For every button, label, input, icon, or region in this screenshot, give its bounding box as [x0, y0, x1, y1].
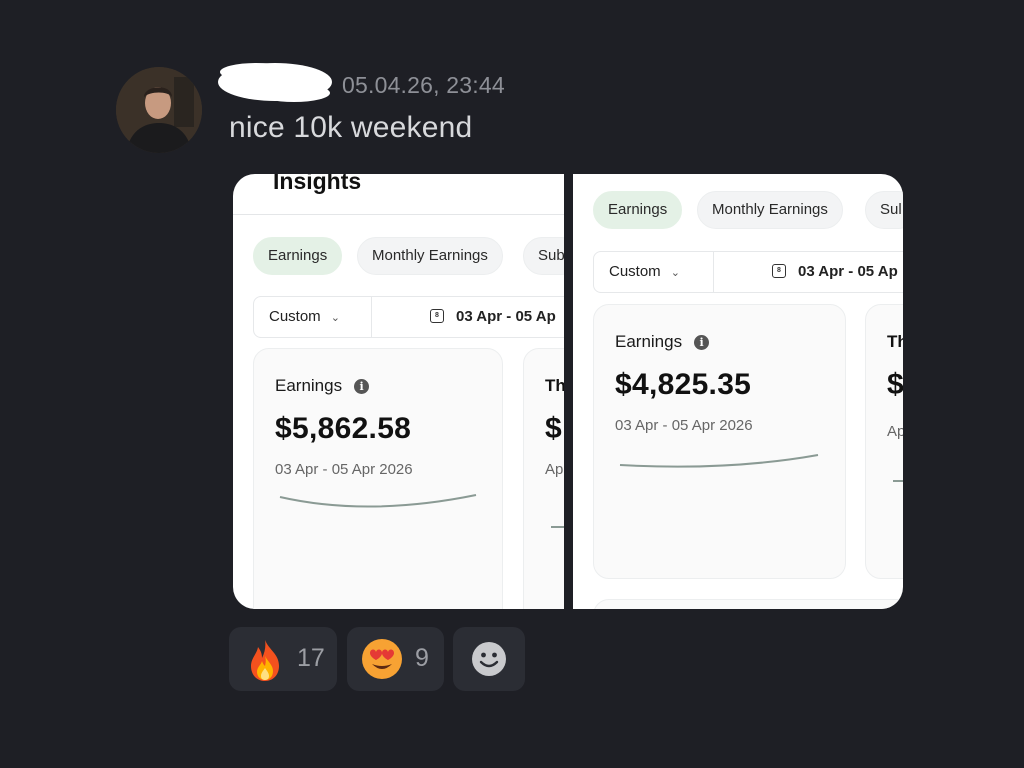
peek-sparkline — [551, 526, 564, 528]
redacted-username — [216, 60, 334, 104]
tab-subscriptions[interactable]: Sub — [523, 237, 564, 275]
earnings-amount: $5,862.58 — [275, 412, 412, 445]
peek-card-date: Ap — [887, 423, 903, 440]
image-attachments[interactable]: Insights Earnings Monthly Earnings Sub C… — [233, 174, 903, 609]
tab-monthly-earnings[interactable]: Monthly Earnings — [357, 237, 503, 275]
smiley-add-icon — [472, 642, 506, 676]
attachment-image-right[interactable]: Earnings Monthly Earnings Sul Custom ⌄ 03… — [573, 174, 903, 609]
earnings-amount: $4,825.35 — [615, 368, 752, 401]
date-range-label: 03 Apr - 05 Ap — [798, 263, 898, 280]
heart-eyes-icon — [362, 639, 402, 679]
reaction-fire[interactable]: 17 — [229, 627, 337, 691]
earnings-card-label-row: Earnings i — [615, 332, 710, 352]
info-icon[interactable]: i — [694, 335, 710, 350]
earnings-card: Earnings i $4,825.35 03 Apr - 05 Apr 2026 — [593, 304, 846, 579]
divider — [233, 214, 564, 215]
earnings-card-label-row: Earnings i — [275, 376, 370, 396]
reaction-heart-eyes-count: 9 — [415, 644, 429, 672]
info-icon[interactable]: i — [354, 379, 370, 394]
calendar-icon — [772, 264, 786, 278]
chevron-down-icon: ⌄ — [670, 267, 680, 279]
earnings-card: Earnings i $5,862.58 03 Apr - 05 Apr 2026 — [253, 348, 503, 609]
message-timestamp: 05.04.26, 23:44 — [342, 72, 505, 98]
peek-sparkline — [893, 480, 903, 482]
add-reaction-button[interactable] — [453, 627, 525, 691]
earnings-card-label: Earnings — [615, 332, 683, 351]
next-card-edge — [593, 599, 903, 609]
peek-card: Th $ Ap — [523, 348, 564, 609]
user-avatar[interactable] — [116, 67, 202, 153]
custom-dropdown-label: Custom — [269, 308, 321, 325]
earnings-date-range: 03 Apr - 05 Apr 2026 — [275, 461, 413, 478]
peek-card-date: Ap — [545, 461, 564, 478]
page-title: Insights — [273, 174, 362, 194]
reaction-fire-count: 17 — [297, 644, 325, 672]
peek-card-amount: $ — [545, 412, 562, 445]
tab-earnings[interactable]: Earnings — [593, 191, 683, 229]
calendar-icon — [430, 309, 444, 323]
image-separator — [564, 174, 573, 609]
custom-dropdown-label: Custom — [609, 263, 661, 280]
message-text: nice 10k weekend — [229, 111, 473, 144]
tab-monthly-earnings[interactable]: Monthly Earnings — [697, 191, 843, 229]
chevron-down-icon: ⌄ — [330, 312, 340, 324]
tab-earnings[interactable]: Earnings — [253, 237, 343, 275]
peek-card: Th $ Ap — [865, 304, 903, 579]
date-filter-bar: Custom ⌄ 03 Apr - 05 Ap — [593, 251, 903, 293]
earnings-sparkline — [279, 494, 477, 508]
date-range-picker[interactable]: 03 Apr - 05 Ap — [430, 297, 556, 337]
earnings-sparkline — [619, 454, 819, 468]
peek-card-amount: $ — [887, 368, 903, 401]
peek-card-label: Th — [545, 376, 564, 395]
custom-dropdown[interactable]: Custom ⌄ — [254, 297, 372, 337]
date-range-picker[interactable]: 03 Apr - 05 Ap — [772, 252, 898, 292]
reaction-heart-eyes[interactable]: 9 — [347, 627, 444, 691]
attachment-image-left[interactable]: Insights Earnings Monthly Earnings Sub C… — [233, 174, 564, 609]
earnings-date-range: 03 Apr - 05 Apr 2026 — [615, 417, 753, 434]
peek-card-label: Th — [887, 332, 903, 351]
custom-dropdown[interactable]: Custom ⌄ — [594, 252, 714, 292]
date-range-label: 03 Apr - 05 Ap — [456, 308, 556, 325]
tab-subscriptions[interactable]: Sul — [865, 191, 903, 229]
earnings-card-label: Earnings — [275, 376, 343, 395]
fire-icon — [251, 640, 279, 681]
date-filter-bar: Custom ⌄ 03 Apr - 05 Ap — [253, 296, 564, 338]
